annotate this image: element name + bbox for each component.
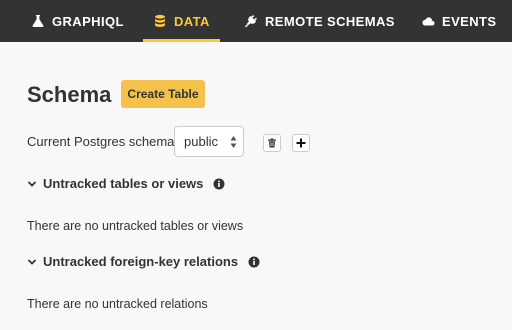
page-title: Schema — [27, 82, 112, 107]
flask-icon — [31, 14, 45, 28]
untracked-tables-empty-text: There are no untracked tables or views — [27, 219, 244, 233]
tab-graphiql-label: GRAPHIQL — [52, 13, 124, 29]
plus-icon — [296, 138, 306, 148]
select-arrows-icon — [230, 135, 237, 149]
trash-icon — [267, 138, 277, 148]
create-table-button[interactable]: Create Table — [121, 80, 205, 108]
schema-select-value: public — [184, 134, 218, 149]
tab-data[interactable]: DATA — [143, 0, 220, 42]
section-untracked-tables-header[interactable]: Untracked tables or views — [27, 176, 225, 191]
add-schema-button[interactable] — [292, 134, 310, 152]
schema-label: Current Postgres schema — [27, 134, 175, 149]
tab-graphiql[interactable]: GRAPHIQL — [31, 0, 124, 42]
section-untracked-tables-title: Untracked tables or views — [43, 176, 204, 191]
tab-events-label: EVENTS — [442, 13, 497, 29]
untracked-relations-empty-text: There are no untracked relations — [27, 297, 208, 311]
info-icon[interactable] — [248, 256, 260, 268]
info-icon[interactable] — [213, 178, 225, 190]
top-navigation-bar: GRAPHIQL DATA REMOTE SCHEMAS EVENTS — [0, 0, 512, 42]
schema-select[interactable]: public — [174, 126, 244, 157]
section-untracked-relations-header[interactable]: Untracked foreign-key relations — [27, 254, 260, 269]
tab-remote-schemas[interactable]: REMOTE SCHEMAS — [244, 0, 395, 42]
database-icon — [153, 14, 167, 28]
section-untracked-relations-title: Untracked foreign-key relations — [43, 254, 239, 269]
chevron-down-icon — [27, 179, 37, 189]
cloud-icon — [421, 14, 435, 28]
tab-data-label: DATA — [174, 13, 210, 29]
chevron-down-icon — [27, 257, 37, 267]
plug-icon — [244, 14, 258, 28]
tab-remote-schemas-label: REMOTE SCHEMAS — [265, 13, 395, 29]
delete-schema-button[interactable] — [263, 134, 281, 152]
tab-events[interactable]: EVENTS — [421, 0, 496, 42]
main-content: Schema Create Table Current Postgres sch… — [0, 42, 512, 330]
